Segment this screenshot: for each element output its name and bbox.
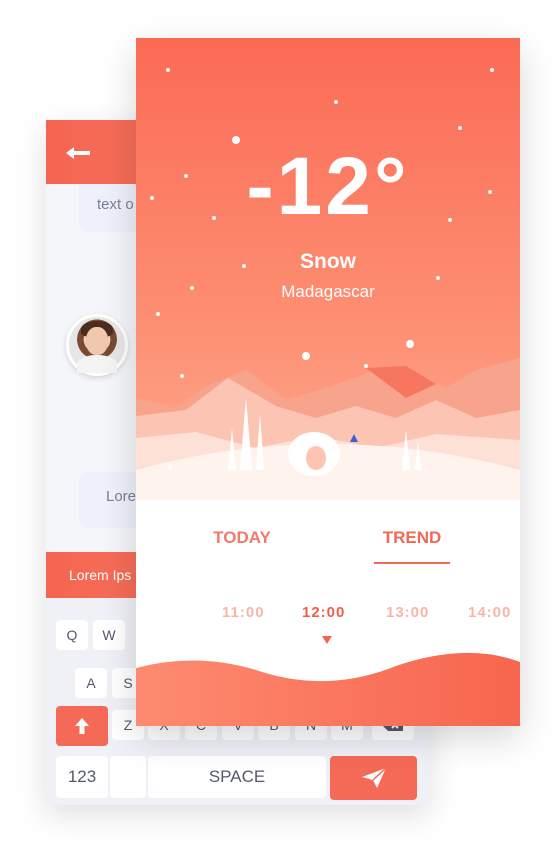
shift-key[interactable] [56, 706, 108, 746]
back-arrow-icon[interactable] [66, 144, 94, 160]
key-a[interactable]: A [75, 668, 107, 698]
time-slot[interactable]: 13:00 [386, 604, 429, 621]
wave-decoration [136, 652, 520, 726]
send-button[interactable] [330, 756, 417, 800]
snowflake-icon [490, 68, 494, 72]
hourly-timeline: 11:00 12:00 13:00 14:00 [136, 600, 520, 630]
time-slot-selected[interactable]: 12:00 [302, 604, 345, 621]
tab-bar: TODAY TREND [136, 518, 520, 568]
time-slot[interactable]: 14:00 [468, 604, 511, 621]
avatar [66, 314, 128, 376]
weather-screen: -12° Snow Madagascar TODAY TREND 11:00 1… [136, 38, 520, 726]
location-name: Madagascar [281, 282, 375, 301]
time-slot[interactable]: 11:00 [222, 604, 265, 621]
snowy-landscape-illustration [136, 358, 520, 500]
emoji-key[interactable] [110, 756, 146, 798]
snowflake-icon [166, 68, 170, 72]
snowflake-icon [436, 276, 440, 280]
key-w[interactable]: W [93, 620, 125, 650]
active-tab-indicator [374, 562, 450, 564]
snowflake-icon [458, 126, 462, 130]
arrow-up-icon [75, 718, 89, 734]
paper-plane-icon [361, 767, 387, 788]
sky-background: -12° Snow Madagascar [136, 38, 520, 500]
weather-condition: Snow [300, 250, 356, 273]
tab-trend[interactable]: TREND [374, 528, 450, 548]
numbers-key[interactable]: 123 [56, 756, 108, 798]
temperature: -12° [246, 141, 410, 232]
snowflake-icon [334, 100, 338, 104]
space-key[interactable]: SPACE [148, 756, 326, 798]
snowflake-icon [406, 340, 414, 348]
snowflake-icon [156, 312, 160, 316]
tab-today[interactable]: TODAY [192, 528, 292, 548]
key-q[interactable]: Q [56, 620, 88, 650]
